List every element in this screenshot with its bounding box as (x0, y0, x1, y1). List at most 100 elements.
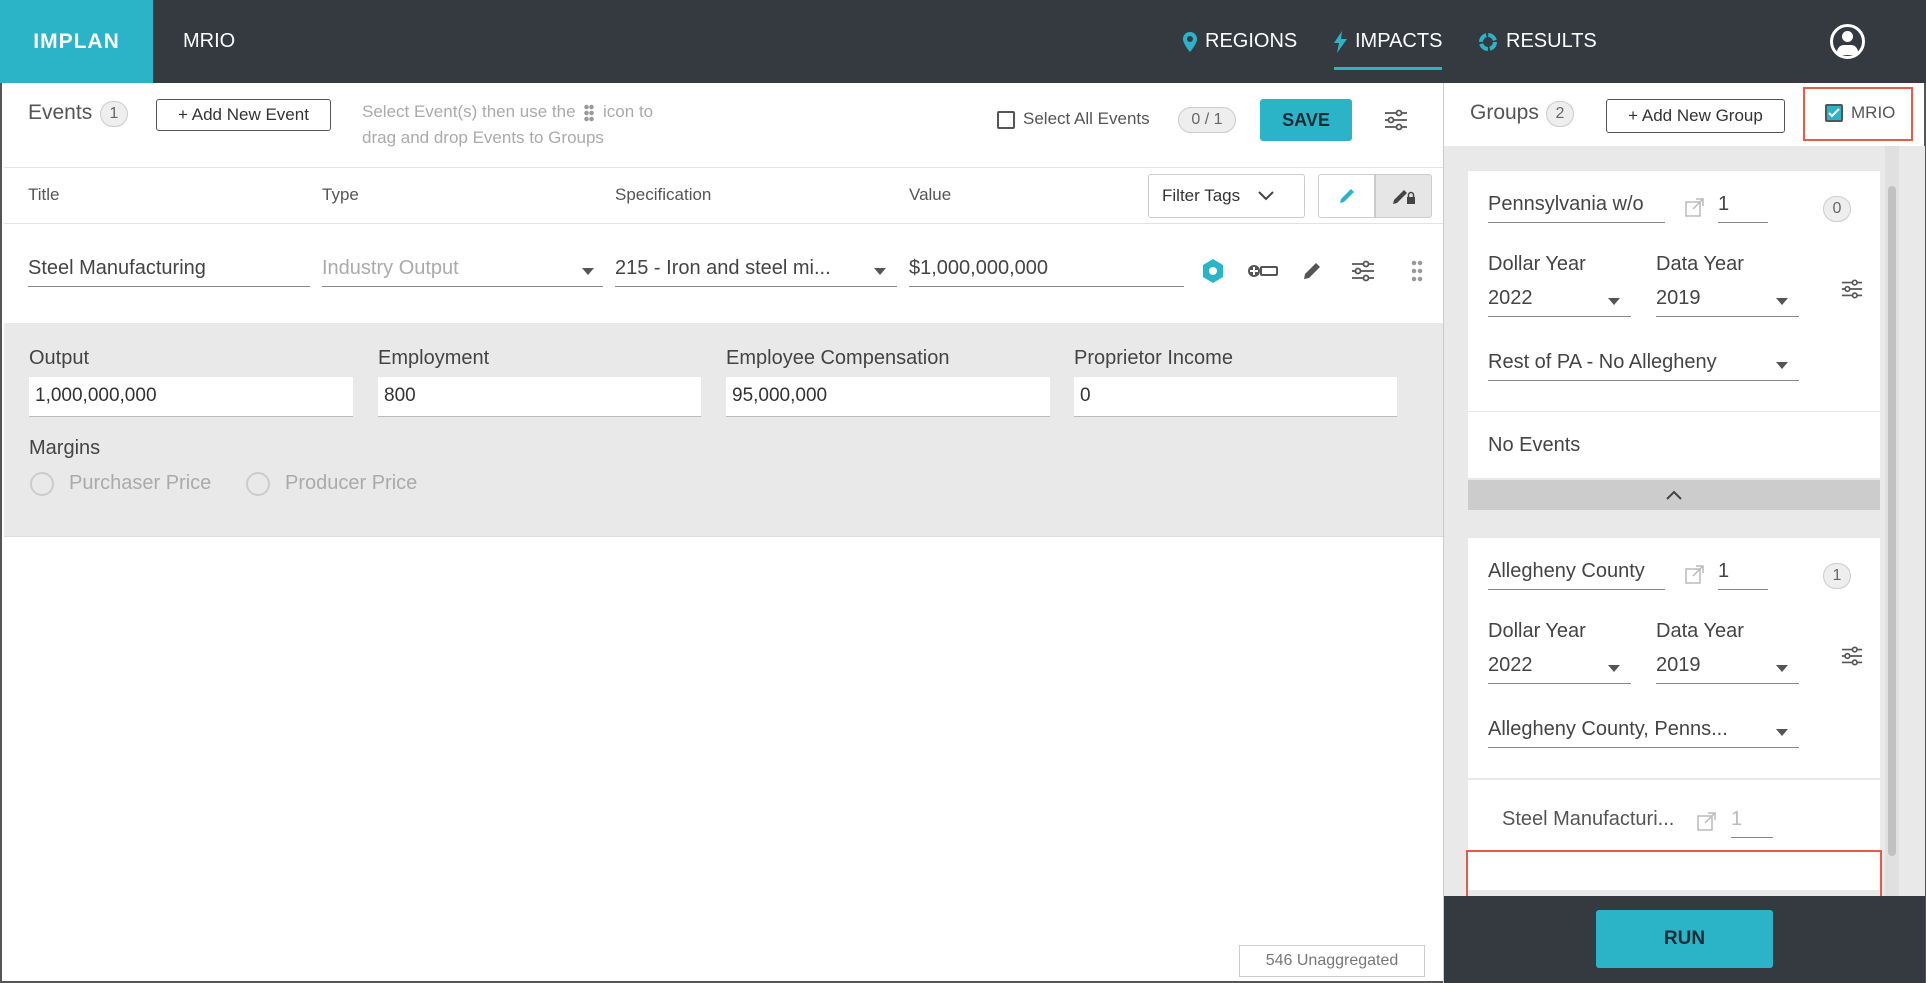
run-bar: RUN (1444, 896, 1925, 983)
add-tag-icon[interactable] (1247, 262, 1279, 280)
data-year-label: Data Year (1656, 620, 1744, 642)
dropdown-caret-icon (1608, 298, 1620, 305)
add-new-group-button[interactable]: + Add New Group (1606, 99, 1785, 133)
checkmark-icon (1828, 108, 1840, 118)
nav-regions[interactable]: REGIONS (1183, 0, 1297, 83)
event-title-input[interactable]: Steel Manufacturing (28, 257, 310, 287)
groups-scroll-area[interactable]: Pennsylvania w/o 1 0 Dollar Year 2022 Da… (1444, 146, 1925, 942)
group-region-select[interactable]: Allegheny County, Penns... (1488, 718, 1799, 748)
run-button[interactable]: RUN (1596, 910, 1773, 968)
groups-heading: Groups (1470, 101, 1539, 124)
save-button[interactable]: SAVE (1260, 99, 1352, 141)
filter-tags-label: Filter Tags (1162, 186, 1241, 205)
mrio-label: MRIO (1851, 103, 1896, 122)
purchaser-price-label: Purchaser Price (69, 472, 212, 494)
proprietor-income-label: Proprietor Income (1074, 347, 1233, 369)
employment-input[interactable]: 800 (378, 377, 701, 417)
dropdown-caret-icon (1608, 665, 1620, 672)
events-count-badge: 1 (100, 101, 128, 127)
dropdown-caret-icon (1776, 362, 1788, 369)
events-heading: Events (28, 101, 93, 124)
group-multiplier-input[interactable]: 1 (1718, 193, 1768, 223)
select-all-label: Select All Events (1023, 109, 1150, 128)
producer-price-radio[interactable] (246, 472, 270, 496)
proprietor-income-input[interactable]: 0 (1074, 377, 1397, 417)
column-specification: Specification (615, 185, 712, 204)
drag-handle-icon[interactable] (1411, 259, 1423, 283)
producer-price-label: Producer Price (285, 472, 418, 494)
nav-impacts[interactable]: IMPACTS (1334, 0, 1443, 83)
event-value-input[interactable]: $1,000,000,000 (909, 257, 1184, 287)
select-all-checkbox[interactable] (997, 111, 1015, 129)
scrollbar-thumb[interactable] (1888, 186, 1896, 856)
lightning-icon (1334, 30, 1347, 53)
group-events-list: No Events (1468, 412, 1880, 478)
drag-hint: Select Event(s) then use the icon to dra… (362, 99, 762, 151)
group-event-multiplier[interactable]: 1 (1731, 808, 1773, 838)
map-pin-icon (1183, 31, 1197, 52)
groups-count-badge: 2 (1546, 101, 1574, 127)
employee-compensation-input[interactable]: 95,000,000 (726, 377, 1050, 417)
group-event-count-badge: 1 (1823, 563, 1851, 589)
nav-regions-label: REGIONS (1205, 30, 1298, 52)
dropdown-caret-icon (1776, 729, 1788, 736)
event-detail-panel: Output 1,000,000,000 Employment 800 Empl… (4, 323, 1445, 537)
purchaser-price-radio[interactable] (30, 472, 54, 496)
margins-label: Margins (29, 437, 101, 459)
open-external-icon[interactable] (1696, 810, 1718, 832)
group-settings-icon[interactable] (1841, 645, 1863, 667)
settings-sliders-icon[interactable] (1384, 109, 1408, 131)
nav-results[interactable]: RESULTS (1478, 0, 1597, 83)
group-name-input[interactable]: Pennsylvania w/o (1488, 193, 1665, 223)
drag-hint-text-line2: drag and drop Events to Groups (362, 128, 604, 147)
output-input[interactable]: 1,000,000,000 (29, 377, 353, 417)
event-type-select[interactable]: Industry Output (322, 257, 603, 287)
nav-impacts-label: IMPACTS (1355, 30, 1443, 52)
hexagon-tag-icon[interactable] (1201, 258, 1225, 284)
group-name-input[interactable]: Allegheny County (1488, 560, 1665, 590)
app-title: MRIO (183, 30, 236, 52)
collapse-group-button[interactable] (1468, 480, 1880, 510)
event-specification-select[interactable]: 215 - Iron and steel mi... (615, 257, 897, 287)
user-avatar-icon[interactable] (1830, 24, 1865, 59)
dropdown-caret-icon (874, 268, 886, 275)
dollar-year-label: Dollar Year (1488, 620, 1586, 642)
group-region-select[interactable]: Rest of PA - No Allegheny (1488, 351, 1799, 381)
open-external-icon[interactable] (1684, 196, 1706, 218)
groups-pane: Groups 2 + Add New Group MRIO Pennsylvan… (1443, 83, 1926, 983)
nav-results-label: RESULTS (1506, 30, 1597, 52)
mrio-checkbox[interactable] (1825, 104, 1843, 122)
unaggregated-count: 546 Unaggregated (1239, 945, 1425, 977)
scrollbar-track[interactable] (1885, 146, 1899, 896)
drag-hint-text-a: Select Event(s) then use the (362, 102, 576, 121)
dropdown-caret-icon (582, 268, 594, 275)
edit-pencil-icon[interactable] (1301, 260, 1323, 282)
edit-mode-button[interactable] (1318, 174, 1375, 218)
dropdown-caret-icon (1776, 298, 1788, 305)
add-new-event-button[interactable]: + Add New Event (156, 99, 331, 131)
open-external-icon[interactable] (1684, 563, 1706, 585)
filter-tags-dropdown[interactable]: Filter Tags (1148, 174, 1305, 218)
locked-edit-button[interactable] (1375, 174, 1432, 218)
selection-counter: 0 / 1 (1178, 107, 1236, 133)
pencil-icon (1339, 189, 1354, 203)
dollar-year-label: Dollar Year (1488, 253, 1586, 275)
chevron-up-icon (1666, 490, 1682, 500)
brand-logo[interactable]: IMPLAN (0, 0, 153, 83)
divider (4, 167, 1445, 168)
group-event-name: Steel Manufacturi... (1502, 808, 1675, 830)
column-value: Value (909, 185, 952, 204)
group-multiplier-input[interactable]: 1 (1718, 560, 1768, 590)
employment-label: Employment (378, 347, 490, 369)
group-card: Pennsylvania w/o 1 0 Dollar Year 2022 Da… (1468, 171, 1880, 411)
no-events-text: No Events (1488, 434, 1581, 456)
column-type: Type (322, 185, 359, 204)
dropdown-caret-icon (1776, 665, 1788, 672)
output-label: Output (29, 347, 90, 369)
group-settings-icon[interactable] (1841, 278, 1863, 300)
group-event-count-badge: 0 (1823, 196, 1851, 222)
chevron-down-icon (1258, 191, 1274, 201)
event-settings-icon[interactable] (1351, 260, 1375, 282)
drag-hint-text-b: icon to (603, 102, 654, 121)
group-card: Allegheny County 1 1 Dollar Year 2022 Da… (1468, 538, 1880, 778)
